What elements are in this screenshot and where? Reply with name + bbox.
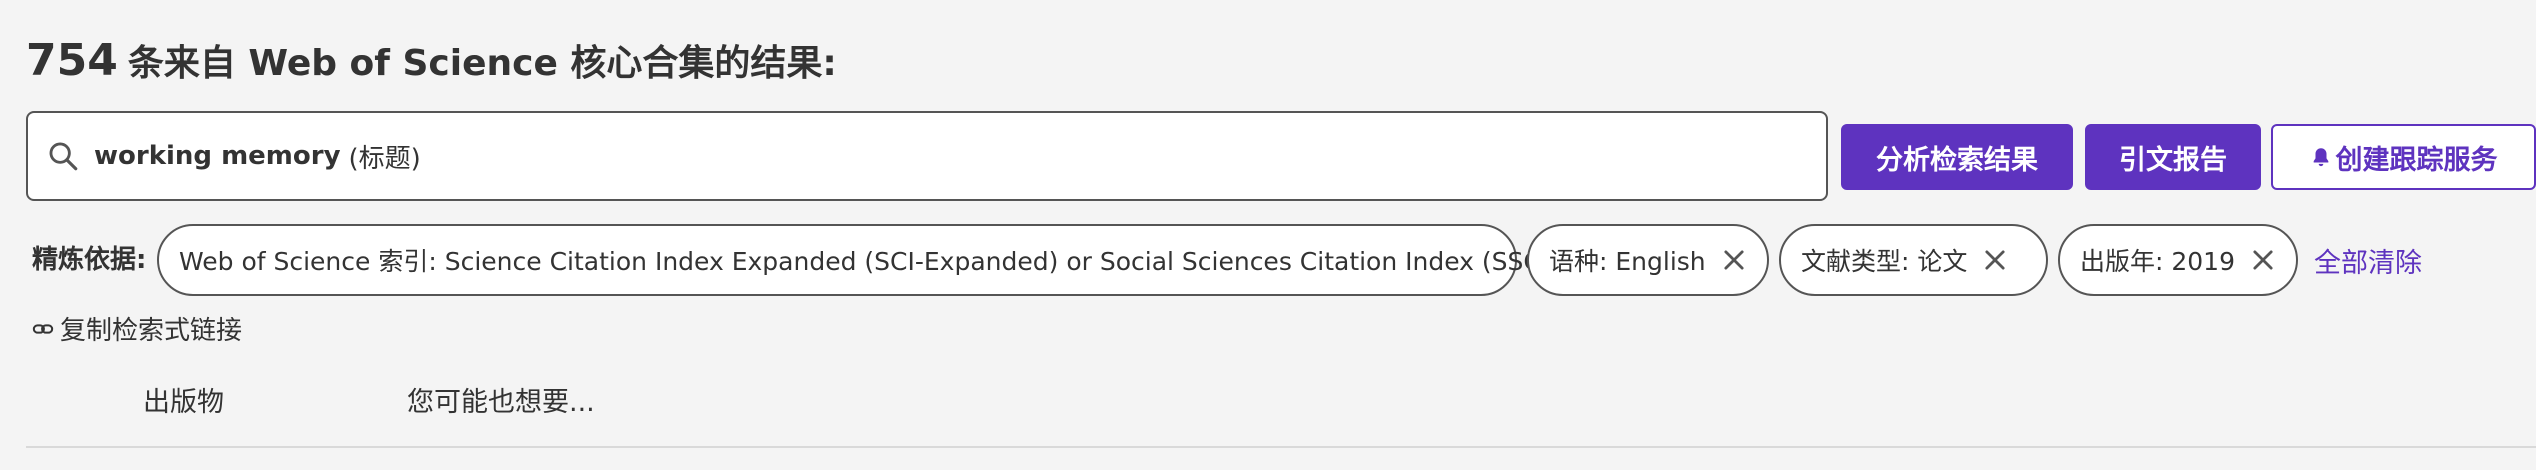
results-page: 754 条来自 Web of Science 核心合集的结果: working …	[0, 0, 2536, 470]
filter-chip-label: 文献类型: 论文	[1801, 247, 1968, 276]
search-query-box[interactable]: working memory (标题)	[26, 111, 1828, 201]
refine-by-label: 精炼依据:	[32, 245, 147, 275]
search-term: working memory	[94, 141, 341, 171]
citation-report-button[interactable]: 引文报告	[2085, 124, 2261, 190]
search-field: (标题)	[348, 143, 421, 174]
tab-publications[interactable]: 出版物	[143, 380, 224, 419]
filter-chip-label: 出版年: 2019	[2080, 247, 2235, 276]
filter-chip-publication-year[interactable]: 出版年: 2019	[2058, 224, 2298, 296]
filter-chip-label: 语种: English	[1549, 247, 1706, 276]
tab-you-may-also-like[interactable]: 您可能也想要...	[407, 380, 595, 419]
results-heading: 754 条来自 Web of Science 核心合集的结果:	[26, 34, 837, 94]
filter-chip-language[interactable]: 语种: English	[1527, 224, 1769, 296]
filter-chip-document-type[interactable]: 文献类型: 论文	[1779, 224, 2048, 296]
result-heading-text: 条来自 Web of Science 核心合集的结果:	[127, 43, 837, 84]
result-count: 754	[26, 35, 118, 86]
create-alert-button[interactable]: 创建跟踪服务	[2271, 124, 2536, 190]
filter-chip-index[interactable]: Web of Science 索引: Science Citation Inde…	[157, 224, 1596, 296]
copy-query-link[interactable]: 复制检索式链接	[32, 310, 242, 347]
close-icon[interactable]	[1981, 246, 2009, 274]
analyze-results-label: 分析检索结果	[1876, 144, 2038, 176]
filter-chip-label: Web of Science 索引: Science Citation Inde…	[179, 247, 1558, 276]
close-icon[interactable]	[2249, 246, 2277, 274]
bell-icon	[2313, 148, 2328, 167]
clear-all-link[interactable]: 全部清除	[2314, 241, 2422, 280]
copy-query-link-label: 复制检索式链接	[60, 316, 243, 346]
search-icon	[49, 142, 78, 171]
tabs-divider	[26, 446, 2536, 448]
analyze-results-button[interactable]: 分析检索结果	[1841, 124, 2073, 190]
close-icon[interactable]	[1720, 246, 1748, 274]
link-icon	[32, 323, 54, 334]
citation-report-label: 引文报告	[2119, 144, 2227, 176]
create-alert-label: 创建跟踪服务	[2335, 144, 2498, 176]
